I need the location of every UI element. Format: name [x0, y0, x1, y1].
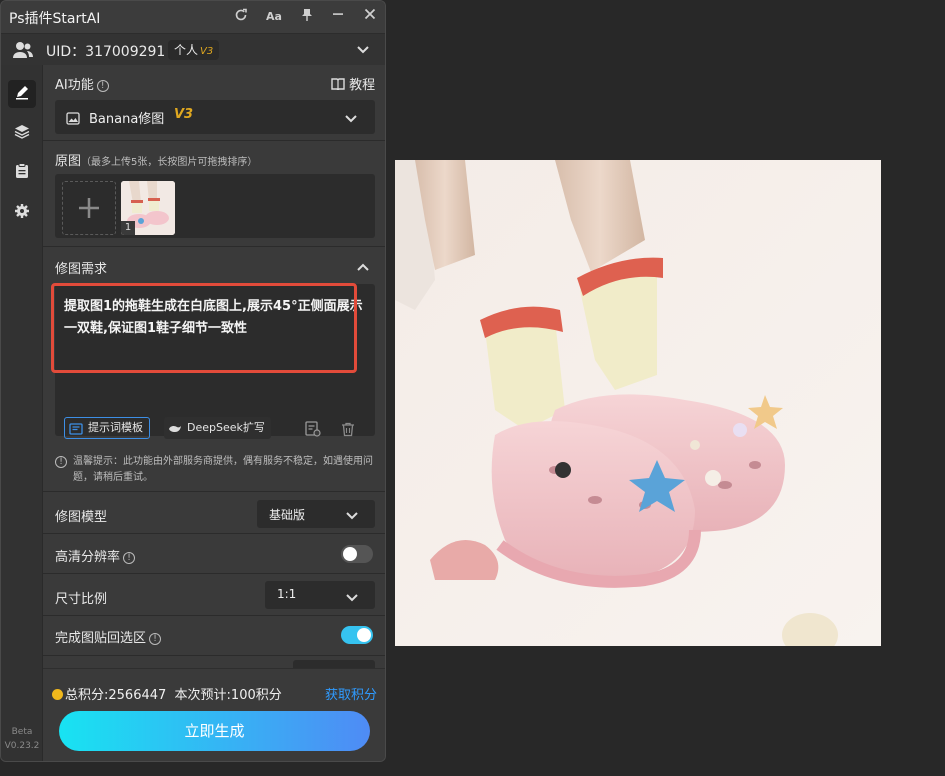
canvas-preview-image — [395, 160, 881, 646]
paste-back-label: 完成图贴回选区! — [55, 627, 162, 646]
plugin-panel: Ps插件StartAI Aa UID：317009291 个人 V3 Beta … — [0, 0, 386, 762]
tutorial-link[interactable]: 教程 — [331, 74, 375, 93]
highlight-frame — [51, 283, 357, 373]
ai-function-tier: V3 — [174, 107, 194, 122]
version-label: V0.23.2 — [4, 741, 40, 751]
chevron-down-icon — [345, 507, 359, 526]
edit-request-label: 修图需求 — [55, 262, 108, 277]
chevron-down-icon — [344, 110, 358, 129]
pin-icon[interactable] — [298, 8, 316, 26]
paste-back-toggle[interactable] — [341, 626, 373, 644]
source-image-label: 原图（最多上传5张，长按图片可拖拽排序） — [55, 154, 258, 169]
sidebar-item-edit[interactable] — [8, 80, 36, 108]
main-content: AI功能! 教程 Banana修图 V3 原图（最多上传5张，长按图片可拖拽排序… — [43, 65, 385, 668]
close-icon[interactable] — [361, 8, 379, 26]
prompt-history-icon[interactable] — [305, 421, 321, 441]
info-icon: ! — [149, 632, 162, 645]
whale-icon — [168, 422, 182, 434]
sidebar: Beta V0.23.2 — [1, 65, 43, 761]
sidebar-item-layers[interactable] — [8, 119, 36, 147]
app-title: Ps插件StartAI — [9, 11, 101, 27]
pen-icon — [14, 84, 30, 104]
paste-back-row: 完成图贴回选区! — [43, 616, 385, 656]
gear-icon — [14, 203, 30, 223]
deepseek-expand-button[interactable]: DeepSeek扩写 — [164, 417, 271, 439]
users-icon — [12, 40, 34, 60]
beta-label: Beta — [11, 727, 33, 737]
info-icon: ! — [96, 79, 109, 92]
source-thumbnail[interactable]: 1 — [121, 181, 175, 235]
hd-toggle[interactable] — [341, 545, 373, 563]
ratio-row: 尺寸比例 1:1 — [43, 574, 385, 616]
hd-label: 高清分辨率! — [55, 546, 136, 565]
ai-function-select[interactable]: Banana修图 V3 — [55, 100, 375, 134]
model-select[interactable]: 基础版 — [257, 500, 375, 528]
service-notice: ! 温馨提示：此功能由外部服务商提供，偶有服务不稳定，如遇使用问题，请稍后重试。 — [55, 454, 375, 486]
add-image-button[interactable] — [62, 181, 116, 235]
ai-function-section: AI功能! 教程 Banana修图 V3 — [43, 65, 385, 141]
model-row: 修图模型 基础版 — [43, 492, 385, 534]
model-label: 修图模型 — [55, 510, 108, 525]
account-bar[interactable]: UID：317009291 个人 V3 — [1, 33, 385, 65]
chevron-down-icon[interactable] — [355, 41, 371, 57]
generate-button[interactable]: 立即生成 — [59, 711, 370, 751]
hd-row: 高清分辨率! — [43, 534, 385, 574]
partial-select — [293, 660, 375, 668]
info-icon: ! — [55, 456, 67, 468]
title-bar: Ps插件StartAI Aa — [1, 1, 385, 33]
footer: 总积分:2566447 本次预计:100积分 获取积分 立即生成 — [43, 668, 385, 761]
template-icon — [69, 422, 83, 435]
get-points-link[interactable]: 获取积分 — [325, 684, 377, 703]
info-icon: ! — [123, 551, 136, 564]
ratio-value: 1:1 — [277, 587, 297, 601]
chevron-up-icon[interactable] — [356, 260, 370, 279]
ai-function-value: Banana修图 — [89, 112, 165, 127]
partial-row — [43, 656, 385, 668]
minimize-icon[interactable] — [329, 8, 347, 26]
book-icon — [331, 78, 345, 91]
uid-text: UID：317009291 — [46, 44, 166, 60]
prompt-template-button[interactable]: 提示词模板 — [64, 417, 150, 439]
layers-icon — [14, 123, 30, 143]
trash-icon[interactable] — [341, 422, 355, 441]
plus-icon — [79, 198, 99, 218]
plan-tier: V3 — [200, 46, 214, 57]
refresh-icon[interactable] — [232, 8, 250, 26]
sidebar-item-tasks[interactable] — [8, 159, 36, 187]
chevron-down-icon — [345, 589, 359, 608]
points-summary: 总积分:2566447 本次预计:100积分 — [52, 684, 282, 703]
source-image-hint: （最多上传5张，长按图片可拖拽排序） — [81, 157, 258, 168]
ratio-label: 尺寸比例 — [55, 592, 108, 607]
font-size-icon[interactable]: Aa — [265, 8, 283, 26]
model-value: 基础版 — [269, 508, 306, 522]
coin-icon — [52, 689, 63, 700]
ai-function-label: AI功能! — [55, 74, 109, 93]
image-edit-icon — [66, 110, 80, 129]
thumbnail-index: 1 — [121, 221, 135, 235]
clipboard-icon — [15, 163, 29, 183]
sidebar-item-settings[interactable] — [8, 199, 36, 227]
product-photo — [395, 160, 881, 646]
plan-badge: 个人 V3 — [168, 40, 220, 60]
ratio-select[interactable]: 1:1 — [265, 581, 375, 609]
